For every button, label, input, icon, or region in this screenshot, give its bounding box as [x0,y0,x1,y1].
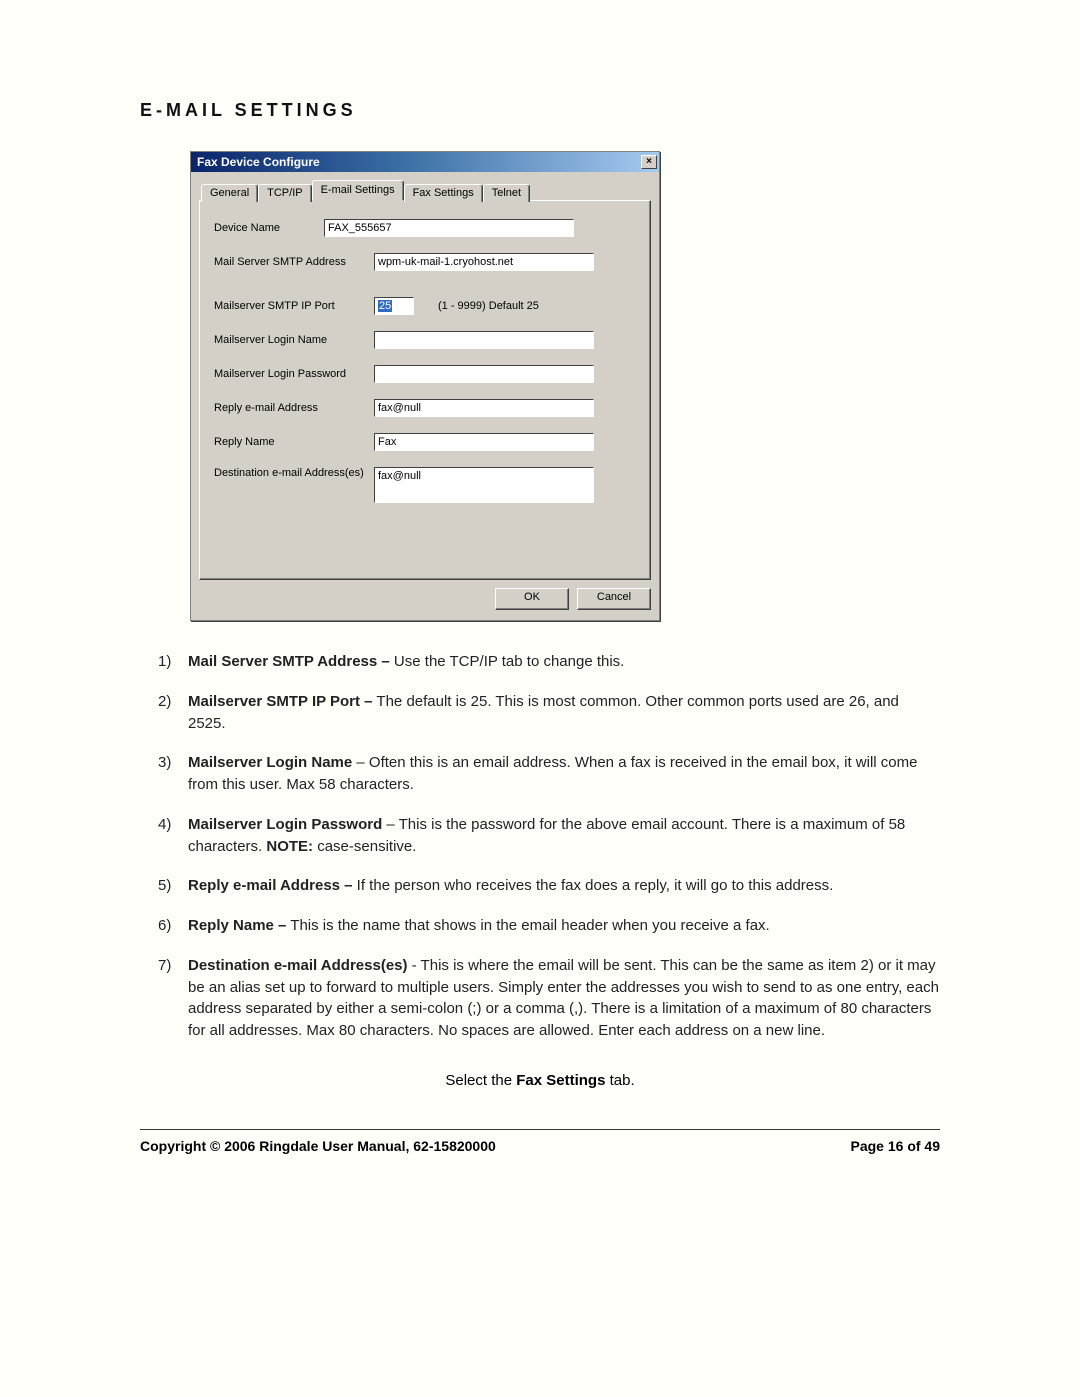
titlebar: Fax Device Configure × [191,152,659,172]
select-tab-instruction: Select the Fax Settings tab. [140,1072,940,1089]
hint-smtp-port: (1 - 9999) Default 25 [438,300,539,312]
tab-tcpip[interactable]: TCP/IP [258,184,311,202]
list-item: 5) Reply e-mail Address – If the person … [158,875,940,897]
input-reply-address[interactable]: fax@null [374,399,594,417]
label-smtp-address: Mail Server SMTP Address [214,256,374,268]
tab-telnet[interactable]: Telnet [483,184,530,202]
section-heading: E-MAIL SETTINGS [140,100,940,121]
dialog-window: Fax Device Configure × General TCP/IP E-… [190,151,660,621]
tabstrip: General TCP/IP E-mail Settings Fax Setti… [199,180,651,201]
cancel-button[interactable]: Cancel [577,588,651,610]
tab-fax-settings[interactable]: Fax Settings [404,184,483,202]
input-login-password[interactable] [374,365,594,383]
tab-panel: Device Name FAX_555657 Mail Server SMTP … [199,200,651,580]
footer-copyright: Copyright © 2006 Ringdale User Manual, 6… [140,1138,496,1154]
input-destination-address[interactable]: fax@null [374,467,594,503]
list-item: 3) Mailserver Login Name – Often this is… [158,752,940,796]
input-device-name[interactable]: FAX_555657 [324,219,574,237]
close-button[interactable]: × [641,155,657,169]
footer-divider [140,1129,940,1130]
label-device-name: Device Name [214,222,324,234]
list-item: 7) Destination e-mail Address(es) - This… [158,955,940,1042]
label-reply-name: Reply Name [214,436,374,448]
input-smtp-port[interactable]: 25 [374,297,414,315]
input-smtp-address[interactable]: wpm-uk-mail-1.cryohost.net [374,253,594,271]
ok-button[interactable]: OK [495,588,569,610]
tab-email-settings[interactable]: E-mail Settings [312,180,404,201]
page-footer: Copyright © 2006 Ringdale User Manual, 6… [140,1138,940,1154]
close-icon: × [646,156,652,167]
label-reply-address: Reply e-mail Address [214,402,374,414]
list-item: 2) Mailserver SMTP IP Port – The default… [158,691,940,735]
description-list: 1) Mail Server SMTP Address – Use the TC… [158,651,940,1042]
footer-page-number: Page 16 of 49 [851,1138,941,1154]
input-login-name[interactable] [374,331,594,349]
label-login-password: Mailserver Login Password [214,368,374,380]
label-smtp-port: Mailserver SMTP IP Port [214,300,374,312]
label-destination-address: Destination e-mail Address(es) [214,467,374,479]
list-item: 1) Mail Server SMTP Address – Use the TC… [158,651,940,673]
list-item: 6) Reply Name – This is the name that sh… [158,915,940,937]
tab-general[interactable]: General [201,184,258,202]
input-reply-name[interactable]: Fax [374,433,594,451]
list-item: 4) Mailserver Login Password – This is t… [158,814,940,858]
window-title: Fax Device Configure [197,155,320,169]
label-login-name: Mailserver Login Name [214,334,374,346]
